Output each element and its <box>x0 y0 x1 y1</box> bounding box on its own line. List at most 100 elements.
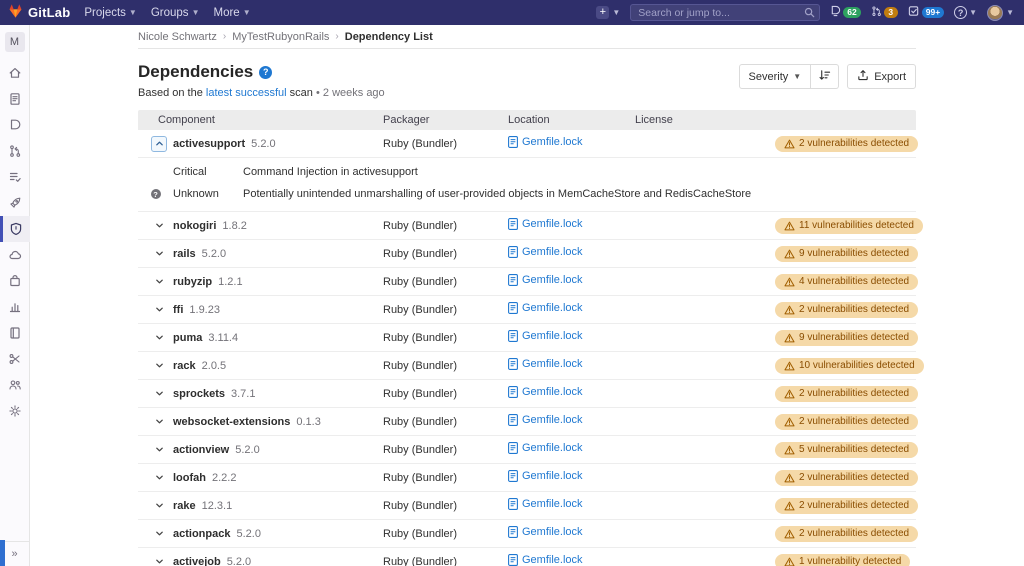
vulnerability-badge[interactable]: 2 vulnerabilities detected <box>775 301 919 318</box>
vulnerability-badge[interactable]: 2 vulnerabilities detected <box>775 385 919 402</box>
sidebar-item-analytics[interactable] <box>0 294 30 320</box>
table-header: Component Packager Location License <box>138 110 916 130</box>
latest-scan-link[interactable]: latest successful <box>206 87 287 99</box>
vulnerability-badge[interactable]: 2 vulnerabilities detected <box>775 135 919 152</box>
location-link[interactable]: Gemfile.lock <box>508 554 583 566</box>
vulnerability-badge[interactable]: 2 vulnerabilities detected <box>775 413 919 430</box>
project-avatar[interactable]: M <box>4 32 25 52</box>
column-header-packager: Packager <box>383 114 430 126</box>
warning-icon <box>784 529 795 539</box>
sidebar-item-settings[interactable] <box>0 398 30 424</box>
vulnerability-badge[interactable]: 9 vulnerabilities detected <box>775 329 919 346</box>
vulnerability-badge[interactable]: 10 vulnerabilities detected <box>775 357 924 374</box>
vulnerability-badge[interactable]: 2 vulnerabilities detected <box>775 525 919 542</box>
sidebar-item-members[interactable] <box>0 372 30 398</box>
list-check-icon <box>8 170 22 184</box>
breadcrumb-user[interactable]: Nicole Schwartz <box>138 31 217 43</box>
row-expand-toggle[interactable] <box>151 498 167 514</box>
severity-label: Unknown <box>173 188 219 200</box>
location-link[interactable]: Gemfile.lock <box>508 302 583 314</box>
location-link[interactable]: Gemfile.lock <box>508 246 583 258</box>
nav-menu-projects[interactable]: Projects ▼ <box>84 7 136 19</box>
location-link[interactable]: Gemfile.lock <box>508 136 583 148</box>
global-search[interactable] <box>630 4 821 21</box>
row-expand-toggle[interactable] <box>151 414 167 430</box>
location-link[interactable]: Gemfile.lock <box>508 358 583 370</box>
severity-filter-button[interactable]: Severity ▼ <box>738 64 812 89</box>
todos-counter[interactable]: 99+ <box>908 5 945 20</box>
location-cell: Gemfile.lock <box>508 218 635 233</box>
location-link[interactable]: Gemfile.lock <box>508 330 583 342</box>
vulnerability-row[interactable]: Critical Command Injection in activesuppo… <box>138 161 916 183</box>
chevron-down-icon: ▼ <box>128 8 137 17</box>
new-item-button[interactable]: + ▼ <box>596 6 620 19</box>
sidebar-item-snippets[interactable] <box>0 346 30 372</box>
nav-menu-more[interactable]: More ▼ <box>213 7 250 19</box>
sidebar-item-packages[interactable] <box>0 268 30 294</box>
sidebar-item-ci-cd[interactable] <box>0 190 30 216</box>
sidebar-item-merge-requests[interactable] <box>0 138 30 164</box>
user-menu[interactable]: ▼ <box>987 4 1014 21</box>
sidebar-item-project-overview[interactable] <box>0 60 30 86</box>
location-link[interactable]: Gemfile.lock <box>508 442 583 454</box>
vulnerability-row[interactable]: ? Unknown Potentially unintended unmarshal… <box>138 183 916 205</box>
packager-label: Ruby (Bundler) <box>383 527 457 540</box>
row-expand-toggle[interactable] <box>151 218 167 234</box>
row-expand-toggle[interactable] <box>151 135 167 152</box>
component-cell: actionview 5.2.0 <box>138 442 383 458</box>
row-expand-toggle[interactable] <box>151 246 167 262</box>
export-button[interactable]: Export <box>847 64 916 89</box>
dependencies-help-icon[interactable]: ? <box>259 65 273 79</box>
dependency-name: activejob <box>173 555 221 566</box>
row-expand-toggle[interactable] <box>151 358 167 374</box>
search-input[interactable] <box>630 4 821 21</box>
component-cell: websocket-extensions 0.1.3 <box>138 414 383 430</box>
location-link[interactable]: Gemfile.lock <box>508 274 583 286</box>
row-expand-toggle[interactable] <box>151 386 167 402</box>
breadcrumb-project[interactable]: MyTestRubyonRails <box>232 31 329 43</box>
issues-counter[interactable]: 62 <box>830 5 861 20</box>
vulnerability-badge-label: 10 vulnerabilities detected <box>799 360 915 371</box>
dependency-name: sprockets <box>173 387 225 400</box>
sidebar-item-requirements[interactable] <box>0 164 30 190</box>
row-expand-toggle[interactable] <box>151 526 167 542</box>
sort-direction-button[interactable] <box>811 64 840 89</box>
file-icon <box>508 330 518 342</box>
issues-icon <box>830 5 841 20</box>
row-expand-toggle[interactable] <box>151 470 167 486</box>
location-link[interactable]: Gemfile.lock <box>508 526 583 538</box>
row-expand-toggle[interactable] <box>151 274 167 290</box>
gitlab-logo[interactable]: GitLab <box>8 4 70 21</box>
row-expand-toggle[interactable] <box>151 554 167 566</box>
merge-requests-counter[interactable]: 3 <box>871 5 898 20</box>
nav-menu-groups[interactable]: Groups ▼ <box>151 7 200 19</box>
row-expand-toggle[interactable] <box>151 330 167 346</box>
vulnerability-badge[interactable]: 1 vulnerability detected <box>775 553 911 566</box>
dependency-name: loofah <box>173 471 206 484</box>
vulnerability-badge[interactable]: 2 vulnerabilities detected <box>775 497 919 514</box>
warning-icon <box>784 305 795 315</box>
warning-icon <box>784 473 795 483</box>
vulnerability-badge[interactable]: 4 vulnerabilities detected <box>775 273 919 290</box>
sidebar-item-security-and-compliance[interactable] <box>0 216 30 242</box>
location-link[interactable]: Gemfile.lock <box>508 218 583 230</box>
vulnerability-badge-label: 2 vulnerabilities detected <box>799 138 910 149</box>
location-link[interactable]: Gemfile.lock <box>508 414 583 426</box>
vulnerability-badge[interactable]: 11 vulnerabilities detected <box>775 217 923 234</box>
help-menu[interactable]: ? ▼ <box>954 6 977 19</box>
vulnerability-badge[interactable]: 2 vulnerabilities detected <box>775 469 919 486</box>
sidebar-item-issues[interactable] <box>0 112 30 138</box>
location-link[interactable]: Gemfile.lock <box>508 386 583 398</box>
row-expand-toggle[interactable] <box>151 442 167 458</box>
dependency-version: 3.11.4 <box>208 331 239 344</box>
sidebar-item-operations[interactable] <box>0 242 30 268</box>
vulnerability-badge[interactable]: 9 vulnerabilities detected <box>775 245 919 262</box>
dependency-version: 1.2.1 <box>218 275 243 288</box>
packager-cell: Ruby (Bundler) <box>383 556 508 566</box>
location-link[interactable]: Gemfile.lock <box>508 498 583 510</box>
sidebar-item-wiki[interactable] <box>0 320 30 346</box>
vulnerability-badge[interactable]: 5 vulnerabilities detected <box>775 441 919 458</box>
sidebar-item-repository[interactable] <box>0 86 30 112</box>
row-expand-toggle[interactable] <box>151 302 167 318</box>
location-link[interactable]: Gemfile.lock <box>508 470 583 482</box>
